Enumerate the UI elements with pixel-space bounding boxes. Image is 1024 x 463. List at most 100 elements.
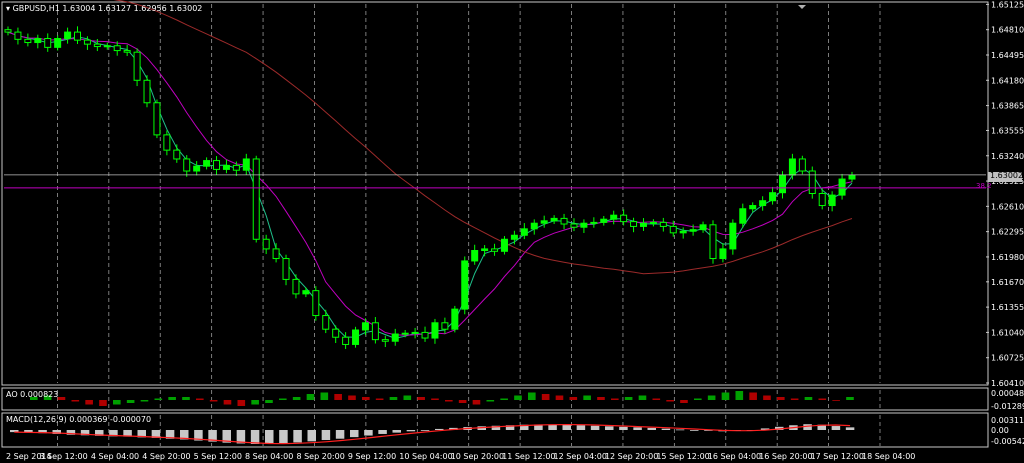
- macd-bar: [250, 430, 260, 444]
- candle-body: [183, 158, 191, 172]
- ao-bar: [292, 397, 301, 400]
- candle-body: [590, 221, 598, 224]
- candle-body: [411, 331, 419, 334]
- macd-axis: 0.0031160.00 -0.005422: [991, 416, 1024, 446]
- macd-bar: [605, 426, 614, 430]
- ao-bar: [777, 397, 785, 400]
- ao-bar: [237, 400, 246, 406]
- time-tick-label: 8 Sep 04:00: [245, 452, 293, 461]
- ao-bar: [624, 397, 633, 400]
- candle-body: [352, 329, 360, 345]
- time-axis: 2 Sep 20143 Sep 12:00 4 Sep 04:00 4 Sep 20…: [6, 452, 915, 461]
- macd-tick-label: 0.003116: [991, 416, 1024, 425]
- ao-bar: [196, 398, 204, 400]
- candle-body: [560, 217, 568, 225]
- candle-body: [679, 230, 687, 234]
- candle-body: [193, 165, 201, 172]
- candle-body: [759, 200, 767, 207]
- candle-body: [719, 248, 727, 260]
- macd-bar: [406, 430, 416, 432]
- ao-bar: [569, 397, 578, 400]
- ao-bar: [707, 395, 716, 400]
- price-tick-label: 1.61670: [991, 278, 1024, 287]
- price-tick-label: 1.60410: [991, 379, 1024, 388]
- candle-body: [600, 218, 608, 223]
- ao-bar: [445, 400, 453, 402]
- chart-canvas[interactable]: 1.65125 1.64810 1.64495 1.64180 1.63865 1.635…: [0, 0, 1024, 463]
- time-tick-label: 5 Sep 12:00: [194, 452, 242, 461]
- candle-body: [34, 38, 42, 44]
- candle-body: [64, 31, 72, 40]
- ao-bar: [265, 400, 273, 403]
- candle-body: [520, 228, 528, 236]
- price-tick-label: 1.61355: [991, 303, 1024, 312]
- candle-body: [74, 31, 82, 41]
- candle-body: [371, 322, 379, 341]
- price-tick-label: 1.63865: [991, 102, 1024, 111]
- ao-bar: [209, 400, 218, 402]
- symbol-label: GBPUSD,H1: [12, 4, 60, 13]
- candle-body: [808, 170, 816, 195]
- candle-body: [332, 328, 340, 338]
- ao-bar: [113, 400, 121, 405]
- ao-bar: [71, 400, 80, 402]
- high-value: 1.63127: [98, 4, 132, 13]
- candle-body: [103, 45, 111, 48]
- price-tick-label: 1.65125: [991, 0, 1024, 9]
- candle-body: [491, 248, 499, 252]
- macd-bar: [831, 426, 841, 430]
- ao-tick-label: -0.012898: [991, 402, 1024, 411]
- ao-panel-frame: [1, 387, 989, 411]
- macd-caption: MACD(12,26,9) 0.000369 -0.000070: [6, 415, 152, 424]
- candle-body: [699, 224, 707, 231]
- candle-body: [689, 229, 697, 232]
- time-tick-label: 11 Sep 12:00: [502, 452, 555, 461]
- candle-body: [431, 322, 439, 339]
- ao-bar: [320, 392, 329, 400]
- time-tick-label: 17 Sep 12:00: [811, 452, 864, 461]
- candle-body: [222, 164, 230, 170]
- ao-bar: [279, 398, 287, 400]
- ao-bar: [818, 398, 827, 400]
- ao-bar: [763, 395, 771, 400]
- macd-bar: [265, 430, 274, 444]
- candle-body: [282, 258, 290, 280]
- ao-bar: [57, 397, 66, 400]
- candle-body: [153, 102, 161, 136]
- candle-body: [173, 149, 181, 160]
- candle-body: [322, 315, 330, 330]
- candle-body: [4, 29, 12, 33]
- candle-body: [213, 160, 221, 170]
- macd-tick-label: 0.00: [991, 426, 1009, 435]
- chart-shift-marker-icon[interactable]: [798, 5, 806, 9]
- candle-body: [361, 322, 369, 331]
- ao-bar: [182, 397, 190, 400]
- macd-bar: [633, 427, 642, 430]
- macd-bar: [661, 428, 671, 430]
- candle-body: [262, 238, 270, 250]
- candle-body: [788, 158, 796, 176]
- time-tick-label: 4 Sep 20:00: [142, 452, 190, 461]
- time-tick-label: 18 Sep 04:00: [862, 452, 915, 461]
- ao-bar: [431, 398, 439, 400]
- ao-caption: AO 0.000823: [6, 390, 59, 399]
- ao-bar: [611, 398, 619, 400]
- candle-body: [242, 158, 250, 171]
- ao-axis: 0.000489 -0.012898: [991, 389, 1024, 411]
- ao-bar: [403, 395, 412, 400]
- chart-window[interactable]: 1.65125 1.64810 1.64495 1.64180 1.63865 1.635…: [0, 0, 1024, 463]
- ao-bar: [804, 397, 813, 400]
- chevron-down-icon[interactable]: ▾: [6, 4, 10, 13]
- ao-bar: [168, 397, 176, 400]
- candle-body: [798, 158, 806, 172]
- time-tick-label: 10 Sep 20:00: [451, 452, 504, 461]
- candle-body: [292, 278, 300, 295]
- price-tick-label: 1.64180: [991, 76, 1024, 85]
- candle-body: [54, 38, 62, 48]
- candle-body: [729, 222, 737, 250]
- ao-tick-label: 0.000489: [991, 389, 1024, 398]
- ao-bar: [348, 395, 356, 400]
- fib-level-label: 38.2: [976, 182, 992, 190]
- current-price-label: 1.63002: [990, 171, 1023, 180]
- ao-bar: [99, 400, 107, 406]
